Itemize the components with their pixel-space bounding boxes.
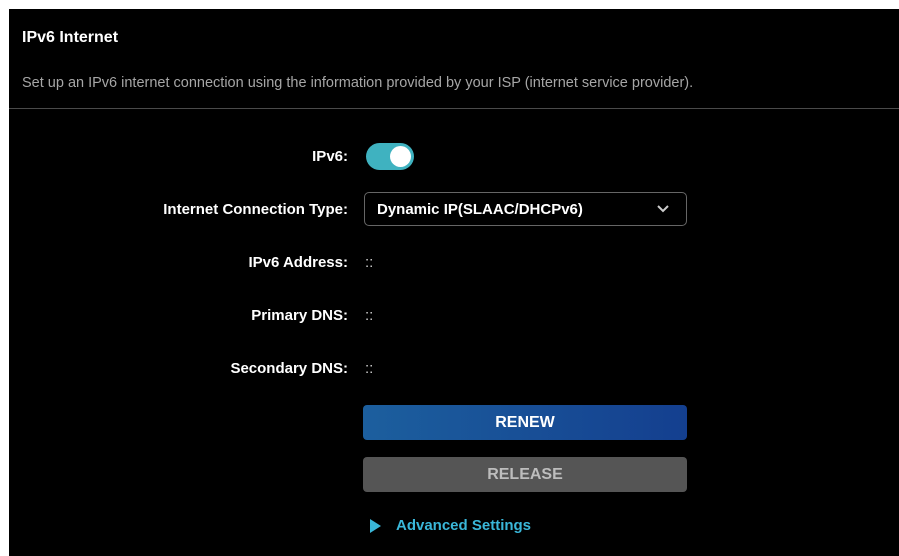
advanced-settings-link[interactable]: Advanced Settings — [370, 517, 531, 534]
secondary-dns-label: Secondary DNS: — [230, 360, 348, 377]
release-button[interactable]: RELEASE — [363, 457, 687, 492]
triangle-right-icon — [370, 518, 381, 533]
section-description: Set up an IPv6 internet connection using… — [22, 75, 694, 91]
ipv6-address-label: IPv6 Address: — [248, 254, 349, 271]
connection-type-select[interactable]: Dynamic IP(SLAAC/DHCPv6) — [364, 192, 687, 226]
connection-type-value: Dynamic IP(SLAAC/DHCPv6) — [377, 201, 583, 218]
ipv6-internet-panel: IPv6 Internet Set up an IPv6 internet co… — [9, 9, 899, 556]
toggle-knob — [390, 146, 411, 167]
renew-button[interactable]: RENEW — [363, 405, 687, 440]
ipv6-address-value: :: — [365, 254, 374, 271]
divider — [9, 108, 899, 109]
ipv6-toggle[interactable] — [366, 143, 414, 170]
chevron-down-icon — [657, 205, 669, 213]
secondary-dns-value: :: — [365, 360, 374, 377]
primary-dns-value: :: — [365, 307, 374, 324]
primary-dns-label: Primary DNS: — [251, 307, 348, 324]
section-title: IPv6 Internet — [22, 29, 119, 46]
connection-type-label: Internet Connection Type: — [163, 201, 348, 218]
ipv6-label: IPv6: — [312, 148, 348, 165]
advanced-settings-label: Advanced Settings — [396, 517, 532, 534]
